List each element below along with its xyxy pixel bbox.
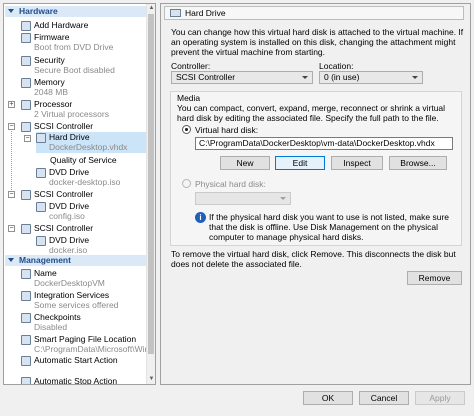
scroll-down-icon[interactable]: ▼ (148, 376, 155, 383)
tree-item-firmware[interactable]: Firmware Boot from DVD Drive (21, 32, 146, 52)
stop-action-icon (21, 377, 31, 384)
dvd-drive-icon (36, 168, 46, 178)
dvd-drive-icon (36, 202, 46, 212)
physical-disk-select[interactable] (195, 192, 291, 205)
vhd-path-input[interactable]: C:\ProgramData\DockerDesktop\vm-data\Doc… (195, 137, 453, 150)
scroll-up-icon[interactable]: ▲ (148, 5, 155, 12)
ok-button[interactable]: OK (303, 391, 353, 405)
tree-item-memory[interactable]: Memory 2048 MB (21, 77, 146, 97)
dvd-drive-icon (36, 236, 46, 246)
start-action-icon (21, 356, 31, 366)
checkpoints-icon (21, 313, 31, 323)
management-header[interactable]: Management (5, 255, 147, 266)
collapse-scsi-2-icon[interactable]: − (8, 191, 15, 198)
expand-processor-icon[interactable]: + (8, 101, 15, 108)
processor-icon (21, 100, 31, 110)
chevron-down-icon (412, 76, 418, 79)
panel-title: Hard Drive (164, 6, 464, 20)
inspect-button[interactable]: Inspect (331, 156, 383, 170)
controller-icon (21, 190, 31, 200)
collapse-scsi-3-icon[interactable]: − (8, 225, 15, 232)
remove-description: To remove the virtual hard disk, click R… (171, 249, 456, 269)
tree-item-automatic-stop[interactable]: Automatic Stop Action (21, 376, 146, 384)
shield-icon (21, 56, 31, 66)
physical-disk-label: Physical hard disk: (195, 179, 266, 189)
tree-item-name[interactable]: Name DockerDesktopVM (21, 268, 146, 288)
controller-label: Controller: (171, 61, 211, 71)
location-label: Location: (319, 61, 354, 71)
integration-services-icon (21, 291, 31, 301)
tree-connector (11, 131, 12, 192)
scrollbar-thumb[interactable] (148, 14, 154, 354)
browse-button[interactable]: Browse... (389, 156, 447, 170)
virtual-disk-radio[interactable] (182, 125, 191, 134)
tree-item-dvd-drive-2[interactable]: DVD Drive config.iso (36, 201, 146, 221)
add-hardware-icon (21, 21, 31, 31)
intro-text: You can change how this virtual hard dis… (171, 27, 464, 57)
hard-drive-icon (170, 9, 181, 17)
media-group: Media You can compact, convert, expand, … (170, 91, 462, 246)
dialog-footer: OK Cancel Apply (0, 385, 474, 416)
tree-item-checkpoints[interactable]: Checkpoints Disabled (21, 312, 146, 332)
folder-icon (21, 335, 31, 345)
firmware-icon (21, 33, 31, 43)
tree-item-dvd-drive-3[interactable]: DVD Drive docker.iso (36, 235, 146, 255)
apply-button[interactable]: Apply (415, 391, 465, 405)
tree-item-integration-services[interactable]: Integration Services Some services offer… (21, 290, 146, 310)
cancel-button[interactable]: Cancel (359, 391, 409, 405)
name-icon (21, 269, 31, 279)
physical-disk-info: If the physical hard disk you want to us… (209, 212, 450, 242)
tree-item-automatic-start[interactable]: Automatic Start Action (21, 355, 146, 375)
media-description: You can compact, convert, expand, merge,… (177, 103, 446, 123)
collapse-arrow-icon[interactable] (8, 258, 14, 262)
media-label: Media (177, 93, 201, 103)
tree-item-processor[interactable]: Processor 2 Virtual processors (21, 99, 146, 119)
edit-button[interactable]: Edit (275, 156, 325, 170)
tree-scrollbar[interactable]: ▲ ▼ (146, 4, 155, 384)
settings-tree[interactable]: Hardware Add Hardware Firmware Boot from… (3, 3, 156, 385)
virtual-disk-label: Virtual hard disk: (195, 125, 259, 135)
tree-item-hard-drive[interactable]: Hard Drive DockerDesktop.vhdx (36, 132, 146, 153)
collapse-scsi-1-icon[interactable]: − (8, 123, 15, 130)
remove-button[interactable]: Remove (407, 271, 462, 285)
tree-item-dvd-drive-1[interactable]: DVD Drive docker-desktop.iso (36, 167, 146, 187)
hard-drive-settings-panel: Hard Drive You can change how this virtu… (160, 3, 471, 385)
new-button[interactable]: New (220, 156, 270, 170)
controller-icon (21, 224, 31, 234)
memory-icon (21, 78, 31, 88)
location-select[interactable]: 0 (in use) (319, 71, 423, 84)
controller-icon (21, 122, 31, 132)
controller-select[interactable]: SCSI Controller (171, 71, 313, 84)
collapse-hard-drive-icon[interactable]: − (24, 135, 31, 142)
info-icon: i (195, 212, 206, 223)
hard-drive-icon (36, 133, 46, 143)
collapse-arrow-icon[interactable] (8, 9, 14, 13)
chevron-down-icon (280, 197, 286, 200)
tree-item-smart-paging[interactable]: Smart Paging File Location C:\ProgramDat… (21, 334, 155, 354)
hardware-header[interactable]: Hardware (5, 6, 147, 17)
physical-disk-radio[interactable] (182, 179, 191, 188)
tree-item-security[interactable]: Security Secure Boot disabled (21, 55, 146, 75)
chevron-down-icon (302, 76, 308, 79)
